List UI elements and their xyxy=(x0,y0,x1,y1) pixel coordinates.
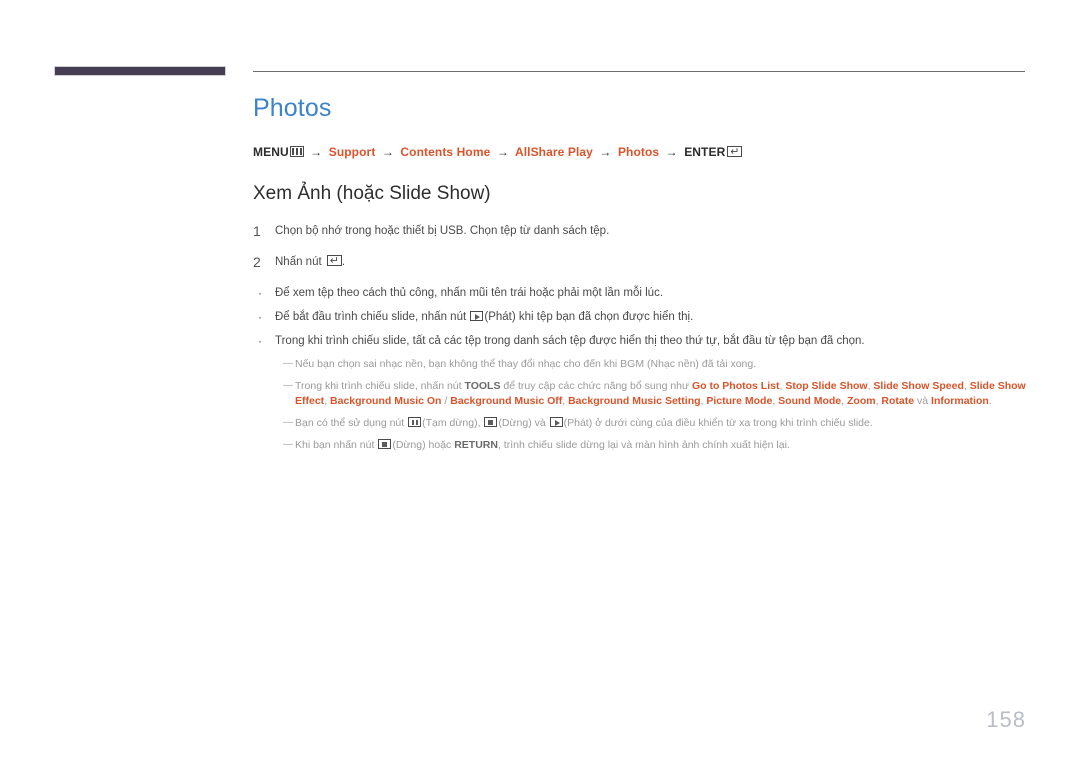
section-heading: Xem Ảnh (hoặc Slide Show) xyxy=(253,183,491,204)
header-divider-rule xyxy=(253,71,1025,72)
bullet-text-before: Để bắt đầu trình chiếu slide, nhấn nút xyxy=(275,310,470,323)
step-text-after: . xyxy=(341,255,346,268)
stop-button-icon xyxy=(484,416,498,427)
bullet-text-after: (Phát) khi tệp bạn đã chọn được hiển thị… xyxy=(484,310,694,323)
notes-list: — Nếu bạn chọn sai nhạc nền, bạn không t… xyxy=(253,357,1028,453)
note-item: — Khi bạn nhấn nút (Dừng) hoặc RETURN, t… xyxy=(283,438,1028,453)
option-stop-slide-show[interactable]: Stop Slide Show xyxy=(785,380,867,392)
note-text: Nếu bạn chọn sai nhạc nền, bạn không thể… xyxy=(295,357,757,370)
step-item: 1 Chọn bộ nhớ trong hoặc thiết bị USB. C… xyxy=(253,223,1028,239)
option-background-music-off[interactable]: Background Music Off xyxy=(450,395,562,407)
breadcrumb-item-allshare-play[interactable]: AllShare Play xyxy=(515,145,593,159)
menu-label: MENU xyxy=(253,145,289,159)
option-zoom[interactable]: Zoom xyxy=(847,395,876,407)
bullet-text: Để bắt đầu trình chiếu slide, nhấn nút (… xyxy=(275,309,1028,325)
option-information[interactable]: Information xyxy=(931,395,989,407)
step-text-before: Nhấn nút xyxy=(275,255,325,268)
breadcrumb-item-support[interactable]: Support xyxy=(329,145,376,159)
note-text-1: (Tạm dừng), xyxy=(422,416,484,429)
note-text-1: (Dừng) hoặc xyxy=(392,438,455,451)
note-marker: — xyxy=(283,438,293,450)
option-slide-show-speed[interactable]: Slide Show Speed xyxy=(873,380,963,392)
option-background-music-on[interactable]: Background Music On xyxy=(330,395,441,407)
note-text-before: Trong khi trình chiếu slide, nhấn nút xyxy=(295,379,465,392)
breadcrumb-arrow: → xyxy=(496,145,509,159)
step-number: 2 xyxy=(253,253,261,270)
note-text-2: , trình chiếu slide dừng lại và màn hình… xyxy=(497,438,790,451)
note-text: Bạn có thể sử dụng nút (Tạm dừng), (Dừng… xyxy=(295,416,1028,431)
note-marker: — xyxy=(283,357,293,369)
bullet-marker: · xyxy=(258,285,262,300)
note-text-3: (Phát) ở dưới cùng của điều khiển từ xa … xyxy=(563,416,873,429)
stop-button-icon xyxy=(378,438,392,449)
note-bold-return: RETURN xyxy=(454,438,498,451)
bullet-list: · Để xem tệp theo cách thủ công, nhấn mũ… xyxy=(253,285,1028,349)
note-text: Trong khi trình chiếu slide, nhấn nút TO… xyxy=(295,379,1026,407)
bullet-text: Để xem tệp theo cách thủ công, nhấn mũi … xyxy=(275,286,664,299)
note-item: — Trong khi trình chiếu slide, nhấn nút … xyxy=(283,379,1028,409)
step-number: 1 xyxy=(253,222,261,239)
list-item: · Để bắt đầu trình chiếu slide, nhấn nút… xyxy=(253,309,1028,325)
document-content: Photos MENU → Support → Contents Home → … xyxy=(253,92,1028,460)
breadcrumb-arrow: → xyxy=(665,145,678,159)
breadcrumb-arrow: → xyxy=(310,145,323,159)
note-conjunction: và xyxy=(914,394,932,407)
page-title: Photos xyxy=(253,94,332,122)
option-background-music-setting[interactable]: Background Music Setting xyxy=(568,395,700,407)
note-marker: — xyxy=(283,416,293,428)
step-text: Nhấn nút ↵. xyxy=(275,254,1028,270)
list-item: · Trong khi trình chiếu slide, tất cả cá… xyxy=(253,333,1028,349)
header-accent-bar xyxy=(54,66,226,76)
breadcrumb-item-photos[interactable]: Photos xyxy=(618,145,659,159)
option-rotate[interactable]: Rotate xyxy=(881,395,914,407)
step-text: Chọn bộ nhớ trong hoặc thiết bị USB. Chọ… xyxy=(275,224,610,237)
note-item: — Bạn có thể sử dụng nút (Tạm dừng), (Dừ… xyxy=(283,416,1028,431)
list-item: · Để xem tệp theo cách thủ công, nhấn mũ… xyxy=(253,285,1028,301)
note-item: — Nếu bạn chọn sai nhạc nền, bạn không t… xyxy=(283,357,1028,372)
note-text-before: Bạn có thể sử dụng nút xyxy=(295,416,408,429)
note-text: Khi bạn nhấn nút (Dừng) hoặc RETURN, trì… xyxy=(295,438,1028,453)
note-marker: — xyxy=(283,379,293,391)
enter-return-icon: ↵ xyxy=(727,146,743,158)
option-go-to-photos-list[interactable]: Go to Photos List xyxy=(692,380,780,392)
option-picture-mode[interactable]: Picture Mode xyxy=(706,395,772,407)
breadcrumb-item-contents-home[interactable]: Contents Home xyxy=(400,145,490,159)
step-item: 2 Nhấn nút ↵. xyxy=(253,254,1028,270)
note-text-2: (Dừng) và xyxy=(498,416,549,429)
menu-grid-icon xyxy=(289,146,304,157)
play-button-icon xyxy=(549,416,563,427)
bullet-marker: · xyxy=(258,333,262,348)
breadcrumb-arrow: → xyxy=(381,145,394,159)
note-text-before: Khi bạn nhấn nút xyxy=(295,438,378,451)
note-text-mid: để truy cập các chức năng bổ sung như xyxy=(500,379,692,392)
bullet-marker: · xyxy=(258,309,262,324)
enter-return-icon: ↵ xyxy=(326,254,342,267)
note-bold-tools: TOOLS xyxy=(464,379,501,392)
numbered-steps: 1 Chọn bộ nhớ trong hoặc thiết bị USB. C… xyxy=(253,223,1028,270)
bullet-text: Trong khi trình chiếu slide, tất cả các … xyxy=(275,334,865,347)
play-button-icon xyxy=(470,310,484,321)
note-text-after: . xyxy=(988,394,992,407)
option-sound-mode[interactable]: Sound Mode xyxy=(778,395,841,407)
enter-label: ENTER xyxy=(684,145,726,159)
breadcrumb: MENU → Support → Contents Home → AllShar… xyxy=(253,144,1028,160)
page-number: 158 xyxy=(986,707,1026,732)
pause-button-icon xyxy=(408,416,422,427)
breadcrumb-arrow: → xyxy=(599,145,612,159)
